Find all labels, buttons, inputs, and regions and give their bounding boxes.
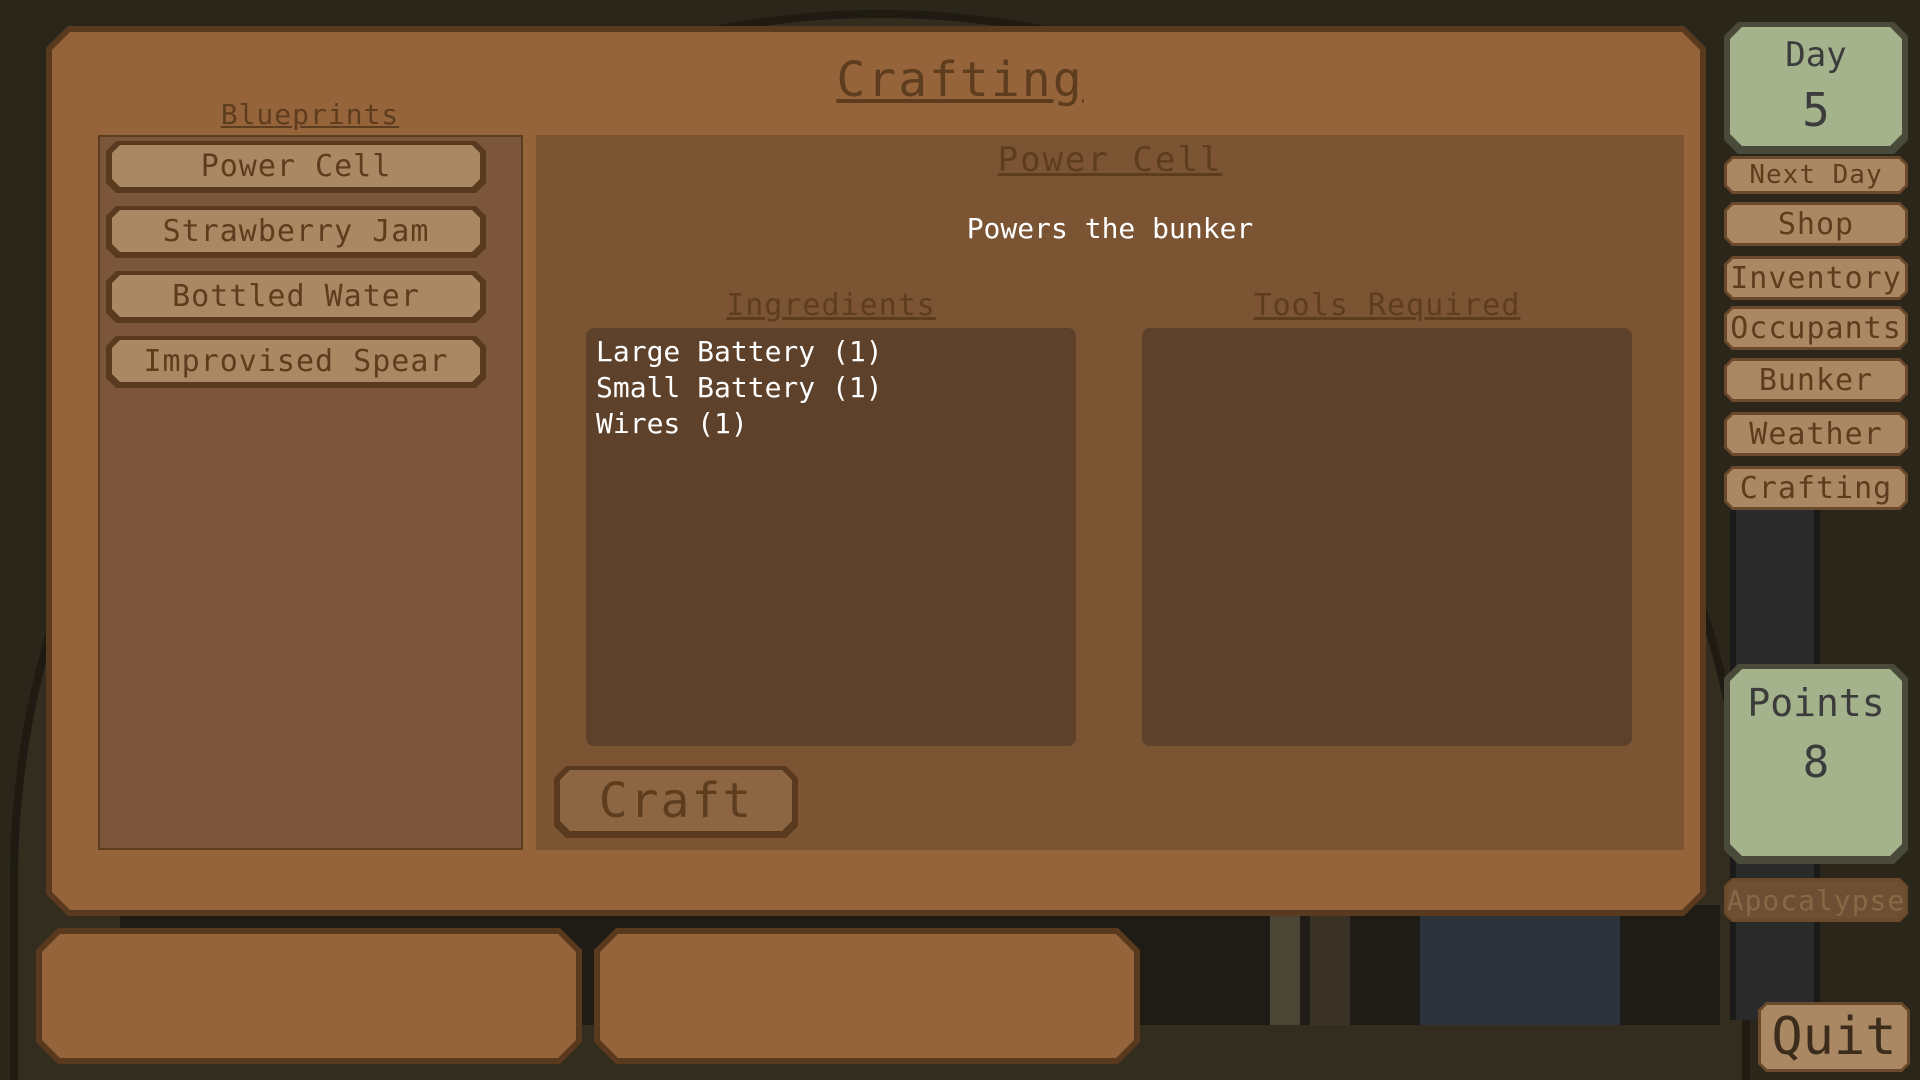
background-detail	[1310, 905, 1350, 1025]
crafting-button[interactable]: Crafting	[1724, 466, 1908, 510]
tools-required-box	[1142, 328, 1632, 746]
apocalypse-button[interactable]: Apocalypse	[1724, 878, 1908, 922]
ingredients-heading: Ingredients	[726, 288, 936, 323]
bottom-panel-body	[42, 934, 576, 1058]
background-detail	[1420, 905, 1620, 1025]
background-detail	[1270, 905, 1300, 1025]
blueprint-description: Powers the bunker	[966, 212, 1254, 245]
next-day-button[interactable]: Next Day	[1724, 156, 1908, 194]
ingredient-item: Wires (1)	[596, 407, 748, 440]
blueprint-label: Power Cell	[112, 145, 480, 187]
ingredient-item: Large Battery (1)	[596, 335, 883, 368]
blueprint-improvised-spear-button[interactable]: Improvised Spear	[106, 336, 486, 388]
blueprint-label: Strawberry Jam	[112, 210, 480, 252]
weather-label: Weather	[1727, 415, 1905, 453]
craft-button-label: Craft	[560, 770, 792, 831]
day-value: 5	[1802, 83, 1830, 137]
craft-button[interactable]: Craft	[554, 766, 798, 838]
points-body: Points 8	[1730, 669, 1902, 856]
bottom-panel-left	[36, 928, 582, 1064]
blueprint-power-cell-button[interactable]: Power Cell	[106, 141, 486, 193]
apocalypse-label: Apocalypse	[1727, 881, 1905, 919]
blueprint-strawberry-jam-button[interactable]: Strawberry Jam	[106, 206, 486, 258]
points-value: 8	[1802, 737, 1830, 788]
day-counter-card: Day 5	[1724, 22, 1908, 154]
inventory-button[interactable]: Inventory	[1724, 256, 1908, 300]
ingredients-list: Large Battery (1) Small Battery (1) Wire…	[596, 334, 883, 442]
bunker-button[interactable]: Bunker	[1724, 358, 1908, 402]
blueprint-detail-title: Power Cell	[997, 140, 1223, 180]
occupants-button[interactable]: Occupants	[1724, 306, 1908, 350]
quit-button[interactable]: Quit	[1758, 1002, 1910, 1072]
bunker-label: Bunker	[1727, 361, 1905, 399]
bottom-panel-right	[594, 928, 1140, 1064]
shop-label: Shop	[1727, 205, 1905, 243]
bottom-panel-body	[600, 934, 1134, 1058]
crafting-label: Crafting	[1727, 469, 1905, 507]
blueprint-bottled-water-button[interactable]: Bottled Water	[106, 271, 486, 323]
inventory-label: Inventory	[1727, 259, 1905, 297]
quit-label: Quit	[1761, 1005, 1907, 1069]
blueprints-heading: Blueprints	[220, 98, 400, 131]
day-label: Day	[1785, 35, 1847, 75]
weather-button[interactable]: Weather	[1724, 412, 1908, 456]
occupants-label: Occupants	[1727, 309, 1905, 347]
blueprint-label: Bottled Water	[112, 275, 480, 317]
points-label: Points	[1747, 681, 1885, 725]
day-counter-body: Day 5	[1730, 27, 1902, 146]
next-day-label: Next Day	[1727, 159, 1905, 191]
ingredient-item: Small Battery (1)	[596, 371, 883, 404]
tools-required-heading: Tools Required	[1253, 288, 1521, 323]
shop-button[interactable]: Shop	[1724, 202, 1908, 246]
points-card: Points 8	[1724, 664, 1908, 864]
blueprint-label: Improvised Spear	[112, 340, 480, 382]
